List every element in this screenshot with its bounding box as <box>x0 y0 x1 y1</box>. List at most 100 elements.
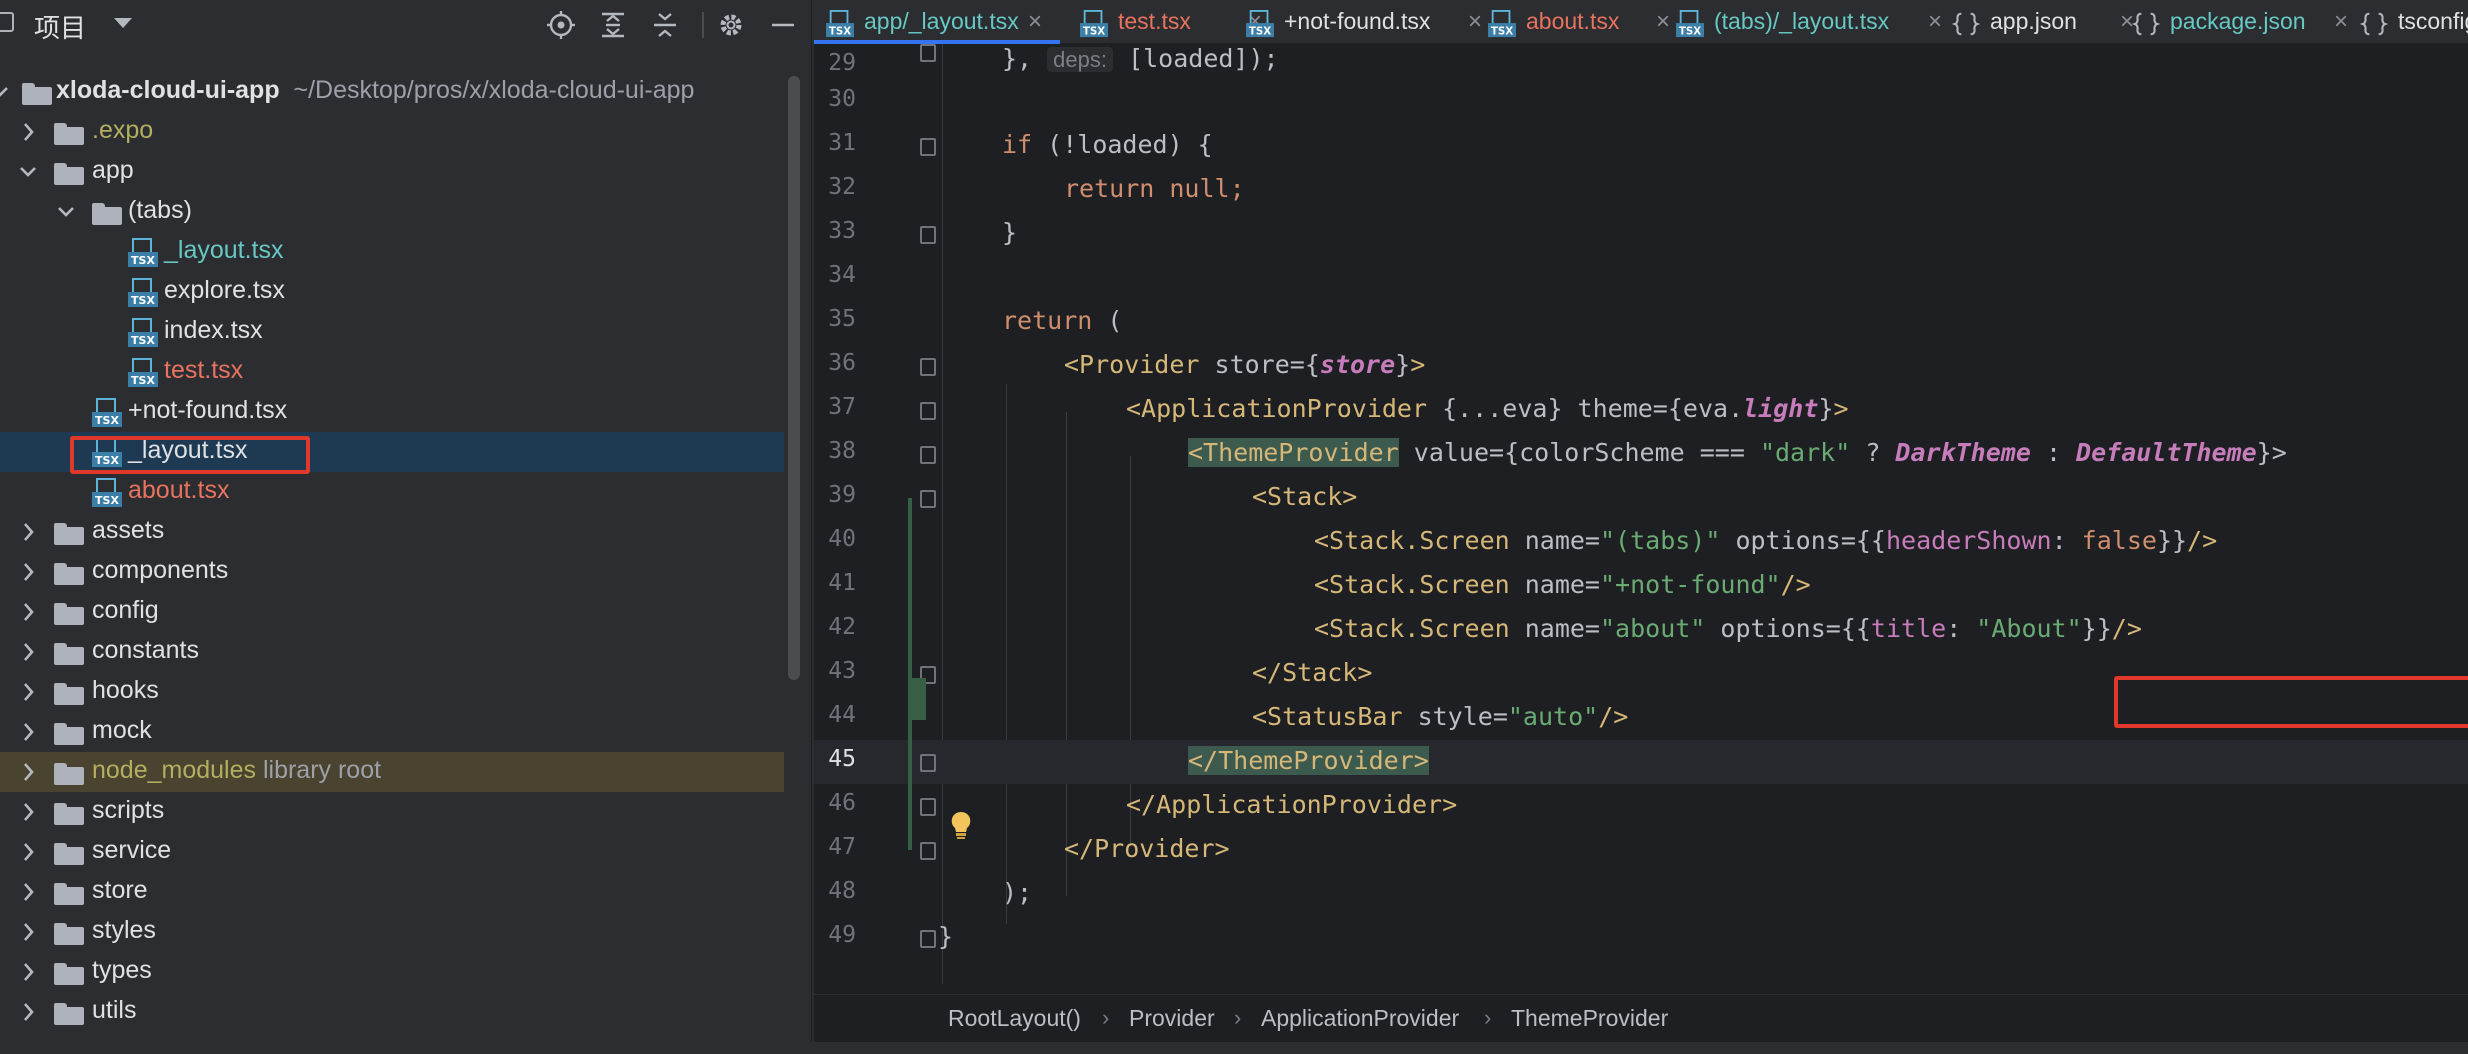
tab-tabs-layout[interactable]: TSX (tabs)/_layout.tsx × <box>1664 0 1960 44</box>
tree-item-label: assets <box>92 516 165 544</box>
chevron-right-icon[interactable] <box>18 640 38 664</box>
chevron-right-icon[interactable] <box>18 680 38 704</box>
vcs-change-marker[interactable] <box>912 678 926 720</box>
chevron-right-icon[interactable] <box>18 1000 38 1024</box>
tree-item-service[interactable]: service <box>0 832 784 872</box>
breadcrumb-item[interactable]: Provider <box>1129 1005 1215 1032</box>
tree-item-tabs-layout[interactable]: TSX _layout.tsx <box>0 232 784 272</box>
fold-marker-icon[interactable] <box>920 44 936 62</box>
breadcrumb-item[interactable]: ApplicationProvider <box>1261 1005 1459 1032</box>
breadcrumb-item[interactable]: RootLayout() <box>948 1005 1081 1032</box>
annotation-highlight-tree <box>70 436 310 474</box>
tree-item-not-found[interactable]: TSX +not-found.tsx <box>0 392 784 432</box>
folder-icon <box>54 843 84 865</box>
gear-icon[interactable] <box>716 10 746 40</box>
tree-item-index[interactable]: TSX index.tsx <box>0 312 784 352</box>
chevron-right-icon[interactable] <box>18 840 38 864</box>
tree-item-label: config <box>92 596 159 624</box>
chevron-right-icon[interactable] <box>18 760 38 784</box>
project-panel-icon[interactable] <box>0 12 14 32</box>
tree-item-utils[interactable]: utils <box>0 992 784 1032</box>
code-token: ( <box>1092 306 1123 335</box>
tab-label: package.json <box>2170 8 2306 34</box>
fold-marker-icon[interactable] <box>920 930 936 948</box>
minimize-icon[interactable] <box>768 10 798 40</box>
project-panel-title[interactable]: 项目 <box>34 8 86 45</box>
tab-package-json[interactable]: package.json × <box>2120 0 2366 44</box>
chevron-down-icon[interactable] <box>18 160 38 184</box>
code-area[interactable]: 29 }, deps: [loaded]); 30 31 if (!loaded… <box>814 44 2468 988</box>
tree-item-about[interactable]: TSX about.tsx <box>0 472 784 512</box>
close-icon[interactable]: × <box>1028 8 1042 36</box>
chevron-right-icon[interactable] <box>18 520 38 544</box>
tab-tsconfig[interactable]: tsconfig <box>2348 0 2468 44</box>
tree-item-components[interactable]: components <box>0 552 784 592</box>
locate-icon[interactable] <box>546 10 576 40</box>
chevron-down-icon[interactable] <box>114 18 132 28</box>
fold-marker-icon[interactable] <box>920 754 936 772</box>
fold-marker-icon[interactable] <box>920 358 936 376</box>
code-string: "About" <box>1976 614 2082 643</box>
tree-item-explore[interactable]: TSX explore.tsx <box>0 272 784 312</box>
tab-app-json[interactable]: app.json × <box>1940 0 2150 44</box>
lightbulb-icon[interactable] <box>948 810 974 840</box>
fold-marker-icon[interactable] <box>920 490 936 508</box>
tab-not-found[interactable]: TSX +not-found.tsx × <box>1234 0 1498 44</box>
folder-icon <box>54 923 84 945</box>
tree-item-assets[interactable]: assets <box>0 512 784 552</box>
tree-item-node-modules[interactable]: node_modules library root <box>0 752 784 792</box>
code-tag: <Provider <box>1064 350 1200 379</box>
fold-marker-icon[interactable] <box>920 842 936 860</box>
code-line-31: 31 if (!loaded) { <box>814 124 2468 168</box>
line-number: 35 <box>828 306 856 332</box>
close-icon[interactable]: × <box>2334 8 2348 36</box>
tsx-file-icon: TSX <box>92 398 122 427</box>
fold-marker-icon[interactable] <box>920 446 936 464</box>
expand-all-icon[interactable] <box>598 10 628 40</box>
tree-item-project-root[interactable]: xloda-cloud-ui-app ~/Desktop/pros/x/xlod… <box>0 72 784 112</box>
chevron-right-icon[interactable] <box>18 960 38 984</box>
svg-text:TSX: TSX <box>1491 25 1513 37</box>
tree-item-label: node_modules <box>92 756 257 784</box>
chevron-right-icon[interactable] <box>18 800 38 824</box>
chevron-right-icon[interactable] <box>18 120 38 144</box>
tree-item-hooks[interactable]: hooks <box>0 672 784 712</box>
chevron-down-icon[interactable] <box>56 200 76 224</box>
tree-item-store[interactable]: store <box>0 872 784 912</box>
tree-item-config[interactable]: config <box>0 592 784 632</box>
tab-about[interactable]: TSX about.tsx × <box>1476 0 1682 44</box>
chevron-right-icon[interactable] <box>18 560 38 584</box>
collapse-all-icon[interactable] <box>650 10 680 40</box>
chevron-right-icon: › <box>1102 1005 1110 1030</box>
fold-marker-icon[interactable] <box>920 798 936 816</box>
chevron-down-icon[interactable] <box>0 80 10 104</box>
chevron-right-icon[interactable] <box>18 720 38 744</box>
json-file-icon <box>2360 12 2388 36</box>
chevron-right-icon[interactable] <box>18 880 38 904</box>
tree-item-tabs[interactable]: (tabs) <box>0 192 784 232</box>
tree-item-expo[interactable]: .expo <box>0 112 784 152</box>
folder-icon <box>54 163 84 185</box>
chevron-right-icon[interactable] <box>18 600 38 624</box>
fold-marker-icon[interactable] <box>920 138 936 156</box>
folder-icon <box>54 1003 84 1025</box>
code-token: {eva. <box>1667 394 1744 423</box>
tab-app-layout[interactable]: TSX app/_layout.tsx × <box>814 0 1060 44</box>
tree-item-scripts[interactable]: scripts <box>0 792 784 832</box>
fold-marker-icon[interactable] <box>920 402 936 420</box>
editor-tab-bar: TSX app/_layout.tsx × TSX test.tsx × TSX… <box>814 0 2468 44</box>
svg-text:TSX: TSX <box>95 414 119 427</box>
tree-item-styles[interactable]: styles <box>0 912 784 952</box>
tree-item-constants[interactable]: constants <box>0 632 784 672</box>
vcs-change-marker[interactable] <box>908 498 912 850</box>
tree-item-types[interactable]: types <box>0 952 784 992</box>
tree-item-mock[interactable]: mock <box>0 712 784 752</box>
tree-item-app[interactable]: app <box>0 152 784 192</box>
tree-item-label: constants <box>92 636 200 664</box>
fold-marker-icon[interactable] <box>920 226 936 244</box>
breadcrumb-item[interactable]: ThemeProvider <box>1511 1005 1668 1032</box>
project-scrollbar[interactable] <box>788 76 800 680</box>
tree-item-test[interactable]: TSX test.tsx <box>0 352 784 392</box>
chevron-right-icon[interactable] <box>18 920 38 944</box>
tree-item-label: store <box>92 876 148 904</box>
